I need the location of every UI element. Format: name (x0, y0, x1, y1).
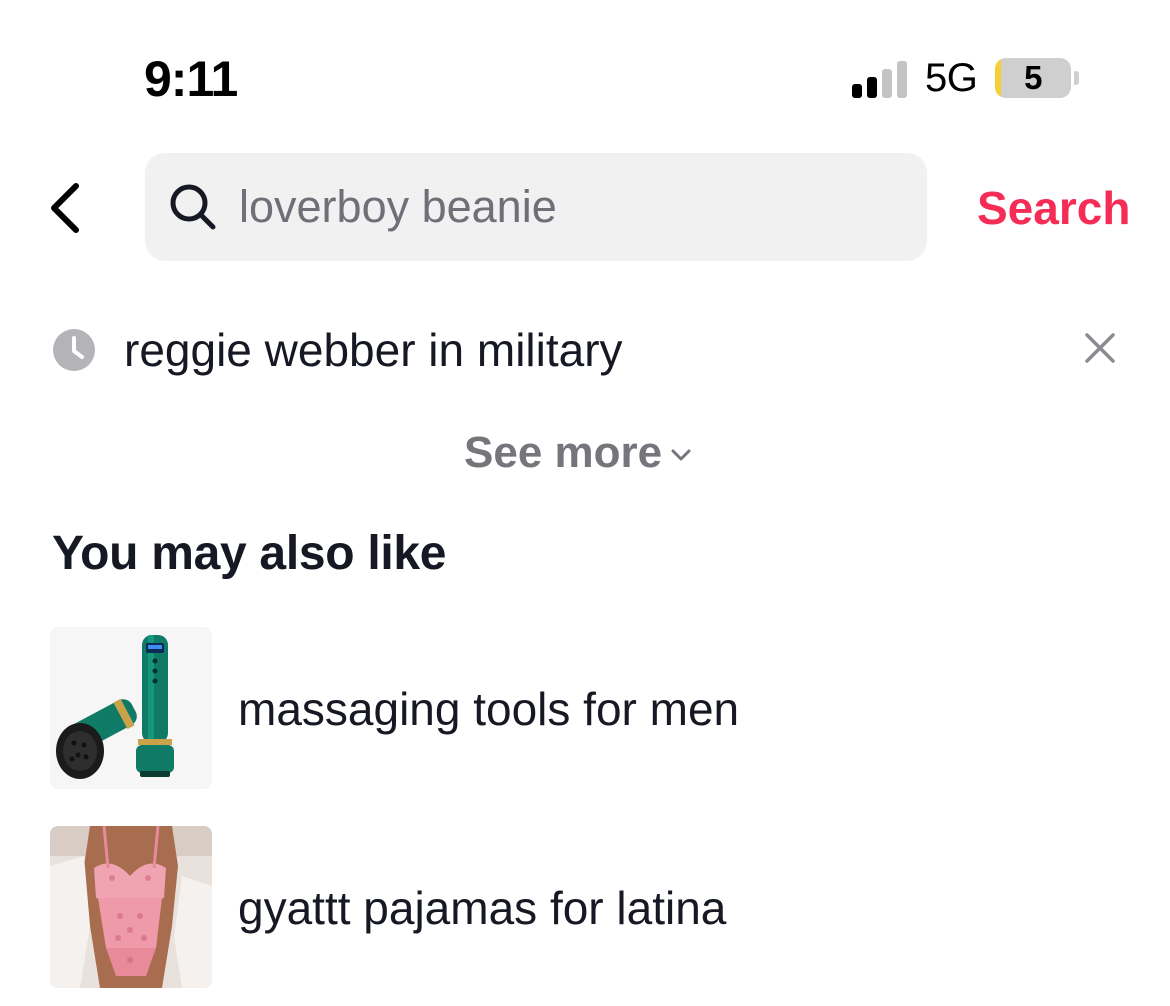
chevron-down-icon (671, 449, 691, 461)
status-indicators: 5G 5 (852, 55, 1080, 100)
close-icon[interactable] (1080, 328, 1120, 368)
network-type: 5G (925, 55, 978, 100)
history-item[interactable]: reggie webber in military (0, 312, 1170, 388)
status-time: 9:11 (144, 51, 238, 107)
search-bar[interactable] (145, 153, 927, 261)
see-more-button[interactable]: See more (464, 424, 694, 482)
clock-icon (53, 329, 95, 371)
section-title: You may also like (52, 527, 447, 580)
chevron-left-icon (51, 183, 79, 233)
search-button[interactable]: Search (977, 180, 1130, 236)
suggestion-item[interactable]: gyattt pajamas for latina (50, 826, 1130, 988)
lingerie-thumbnail (50, 826, 212, 988)
history-item-text: reggie webber in military (124, 324, 623, 376)
signal-strength-icon (852, 58, 907, 98)
search-icon (170, 184, 216, 230)
massager-thumbnail (50, 627, 212, 789)
suggestion-label: gyattt pajamas for latina (238, 882, 727, 934)
suggestion-item[interactable]: massaging tools for men (50, 627, 1130, 789)
battery-level: 5 (1024, 59, 1043, 96)
battery-icon: 5 (995, 58, 1072, 98)
suggestion-label: massaging tools for men (238, 683, 740, 735)
back-button[interactable] (40, 178, 90, 238)
battery-cap (1074, 71, 1080, 85)
see-more-label: See more (464, 428, 663, 477)
search-input[interactable] (239, 181, 879, 233)
